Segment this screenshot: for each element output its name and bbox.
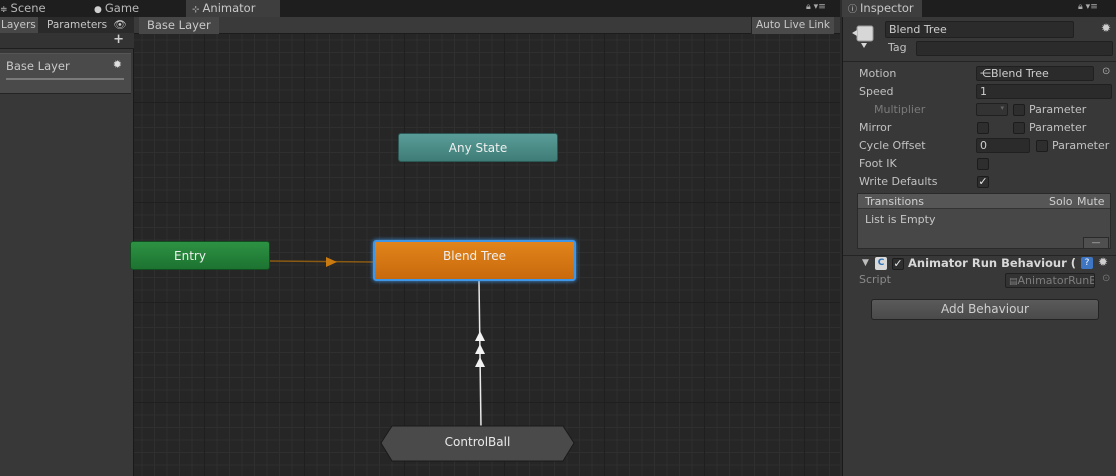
- any-state-label: Any State: [448, 141, 508, 155]
- foot-ik-checkbox[interactable]: [977, 158, 989, 170]
- blend-tree-node[interactable]: Blend Tree: [373, 240, 576, 281]
- tab-parameters[interactable]: Parameters 👁︎: [42, 17, 132, 33]
- gear-icon[interactable]: ✹: [1098, 255, 1108, 269]
- inspector-panel: Blend Tree ✹ Tag Motion ⋲Blend Tree ⊙ Sp…: [842, 17, 1116, 476]
- inspector-tab-strip: ⓘ Inspector 🔒︎ ▾≡: [842, 0, 1116, 17]
- remove-transition-button[interactable]: —: [1083, 237, 1109, 249]
- multiplier-parameter-label: Parameter: [1029, 103, 1087, 116]
- add-behaviour-button[interactable]: Add Behaviour: [871, 299, 1099, 320]
- tab-inspector-label: Inspector: [860, 1, 914, 15]
- tab-game[interactable]: ● Game: [88, 0, 184, 17]
- tag-label: Tag: [888, 41, 907, 54]
- motion-icon: ⋲: [980, 67, 991, 80]
- speed-field[interactable]: 1: [976, 84, 1112, 99]
- motion-label: Motion: [859, 67, 897, 80]
- help-icon[interactable]: ?: [1081, 257, 1093, 269]
- lock-icon[interactable]: 🔒︎: [806, 2, 811, 12]
- cycle-offset-field[interactable]: 0: [976, 138, 1030, 153]
- tab-scene-label: Scene: [10, 1, 46, 15]
- foldout-arrow-icon[interactable]: ▼: [862, 258, 869, 268]
- multiplier-dropdown: ▾: [976, 103, 1008, 116]
- graph-toolbar: Base Layer Auto Live Link: [134, 17, 840, 34]
- eye-icon[interactable]: 👁︎: [113, 19, 126, 31]
- entry-node[interactable]: Entry: [130, 241, 270, 270]
- header-divider: [843, 61, 1116, 62]
- controlball-label: ControlBall: [444, 435, 511, 449]
- script-file-icon: ▤: [1009, 277, 1018, 287]
- layer-toolbar: +: [0, 32, 134, 49]
- mute-label: Mute: [1077, 195, 1105, 208]
- layer-item-base[interactable]: Base Layer ✹: [0, 53, 131, 94]
- layers-panel-tabs: Layers Parameters 👁︎: [0, 17, 134, 33]
- any-state-node[interactable]: Any State: [398, 133, 558, 162]
- gear-icon[interactable]: ✹: [113, 58, 122, 71]
- layer-name: Base Layer: [6, 59, 70, 73]
- write-defaults-checkbox[interactable]: ✓: [977, 176, 989, 188]
- chevron-down-icon: ▾: [1000, 104, 1004, 112]
- behaviour-enabled-checkbox[interactable]: ✓: [892, 258, 904, 270]
- menu-icon[interactable]: ▾≡: [814, 2, 826, 12]
- motion-value: Blend Tree: [991, 67, 1049, 80]
- object-picker-icon[interactable]: ⊙: [1102, 66, 1110, 77]
- scene-icon: ≑: [0, 5, 8, 15]
- foot-ik-label: Foot IK: [859, 157, 897, 170]
- transitions-title: Transitions: [865, 195, 924, 208]
- solo-label: Solo: [1049, 195, 1073, 208]
- blend-tree-label: Blend Tree: [443, 249, 506, 263]
- lock-icon[interactable]: 🔒︎: [1078, 2, 1083, 12]
- cycle-offset-parameter-checkbox[interactable]: [1036, 140, 1048, 152]
- transitions-list: Transitions Solo Mute List is Empty: [857, 193, 1111, 249]
- add-layer-button[interactable]: +: [113, 32, 124, 47]
- speed-label: Speed: [859, 85, 894, 98]
- mirror-parameter-checkbox[interactable]: [1013, 122, 1025, 134]
- animator-icon: ⊹: [192, 5, 200, 15]
- panel-menu[interactable]: 🔒︎ ▾≡: [806, 2, 826, 16]
- cycle-offset-parameter-label: Parameter: [1052, 139, 1110, 152]
- inspector-panel-menu[interactable]: 🔒︎ ▾≡: [1078, 2, 1098, 16]
- multiplier-label: Multiplier: [874, 103, 926, 116]
- mirror-label: Mirror: [859, 121, 892, 134]
- layer-weight-slider[interactable]: [6, 78, 124, 80]
- tab-animator[interactable]: ⊹ Animator: [186, 0, 280, 17]
- tab-layers-label: Layers: [1, 19, 36, 31]
- state-name-field[interactable]: Blend Tree: [885, 21, 1074, 38]
- tab-scene[interactable]: ≑ Scene: [0, 0, 88, 17]
- main-tab-strip: ≑ Scene ● Game ⊹ Animator 🔒︎ ▾≡: [0, 0, 840, 17]
- game-icon: ●: [94, 5, 102, 15]
- behaviour-title: Animator Run Behaviour (: [908, 256, 1077, 270]
- menu-icon[interactable]: ▾≡: [1086, 2, 1098, 12]
- tab-game-label: Game: [104, 1, 140, 15]
- tab-inspector[interactable]: ⓘ Inspector: [842, 0, 922, 17]
- mirror-parameter-label: Parameter: [1029, 121, 1087, 134]
- script-icon: C: [875, 257, 887, 270]
- entry-label: Entry: [174, 249, 206, 263]
- layers-panel: Layers Parameters 👁︎ + Base Layer ✹: [0, 17, 134, 476]
- auto-live-link-button[interactable]: Auto Live Link: [751, 17, 834, 34]
- cycle-offset-label: Cycle Offset: [859, 139, 926, 152]
- tag-field[interactable]: [916, 41, 1113, 56]
- tab-parameters-label: Parameters: [47, 19, 108, 31]
- script-label: Script: [859, 273, 891, 286]
- script-value: AnimatorRunBeha: [1017, 274, 1094, 287]
- transitions-header: Transitions Solo Mute: [858, 194, 1110, 209]
- tab-animator-label: Animator: [202, 1, 256, 15]
- mirror-checkbox[interactable]: [977, 122, 989, 134]
- gear-icon[interactable]: ✹: [1101, 21, 1111, 35]
- script-field: ▤AnimatorRunBeha: [1005, 273, 1095, 288]
- info-icon: ⓘ: [848, 5, 858, 15]
- motion-field[interactable]: ⋲Blend Tree: [976, 66, 1094, 81]
- multiplier-parameter-checkbox[interactable]: [1013, 104, 1025, 116]
- breadcrumb[interactable]: Base Layer: [139, 17, 219, 34]
- transitions-empty-text: List is Empty: [865, 213, 936, 226]
- state-icon: [851, 23, 877, 49]
- controlball-node[interactable]: ControlBall: [380, 425, 575, 462]
- tab-layers[interactable]: Layers: [0, 17, 38, 33]
- write-defaults-label: Write Defaults: [859, 175, 938, 188]
- object-picker-icon: ⊙: [1102, 273, 1111, 284]
